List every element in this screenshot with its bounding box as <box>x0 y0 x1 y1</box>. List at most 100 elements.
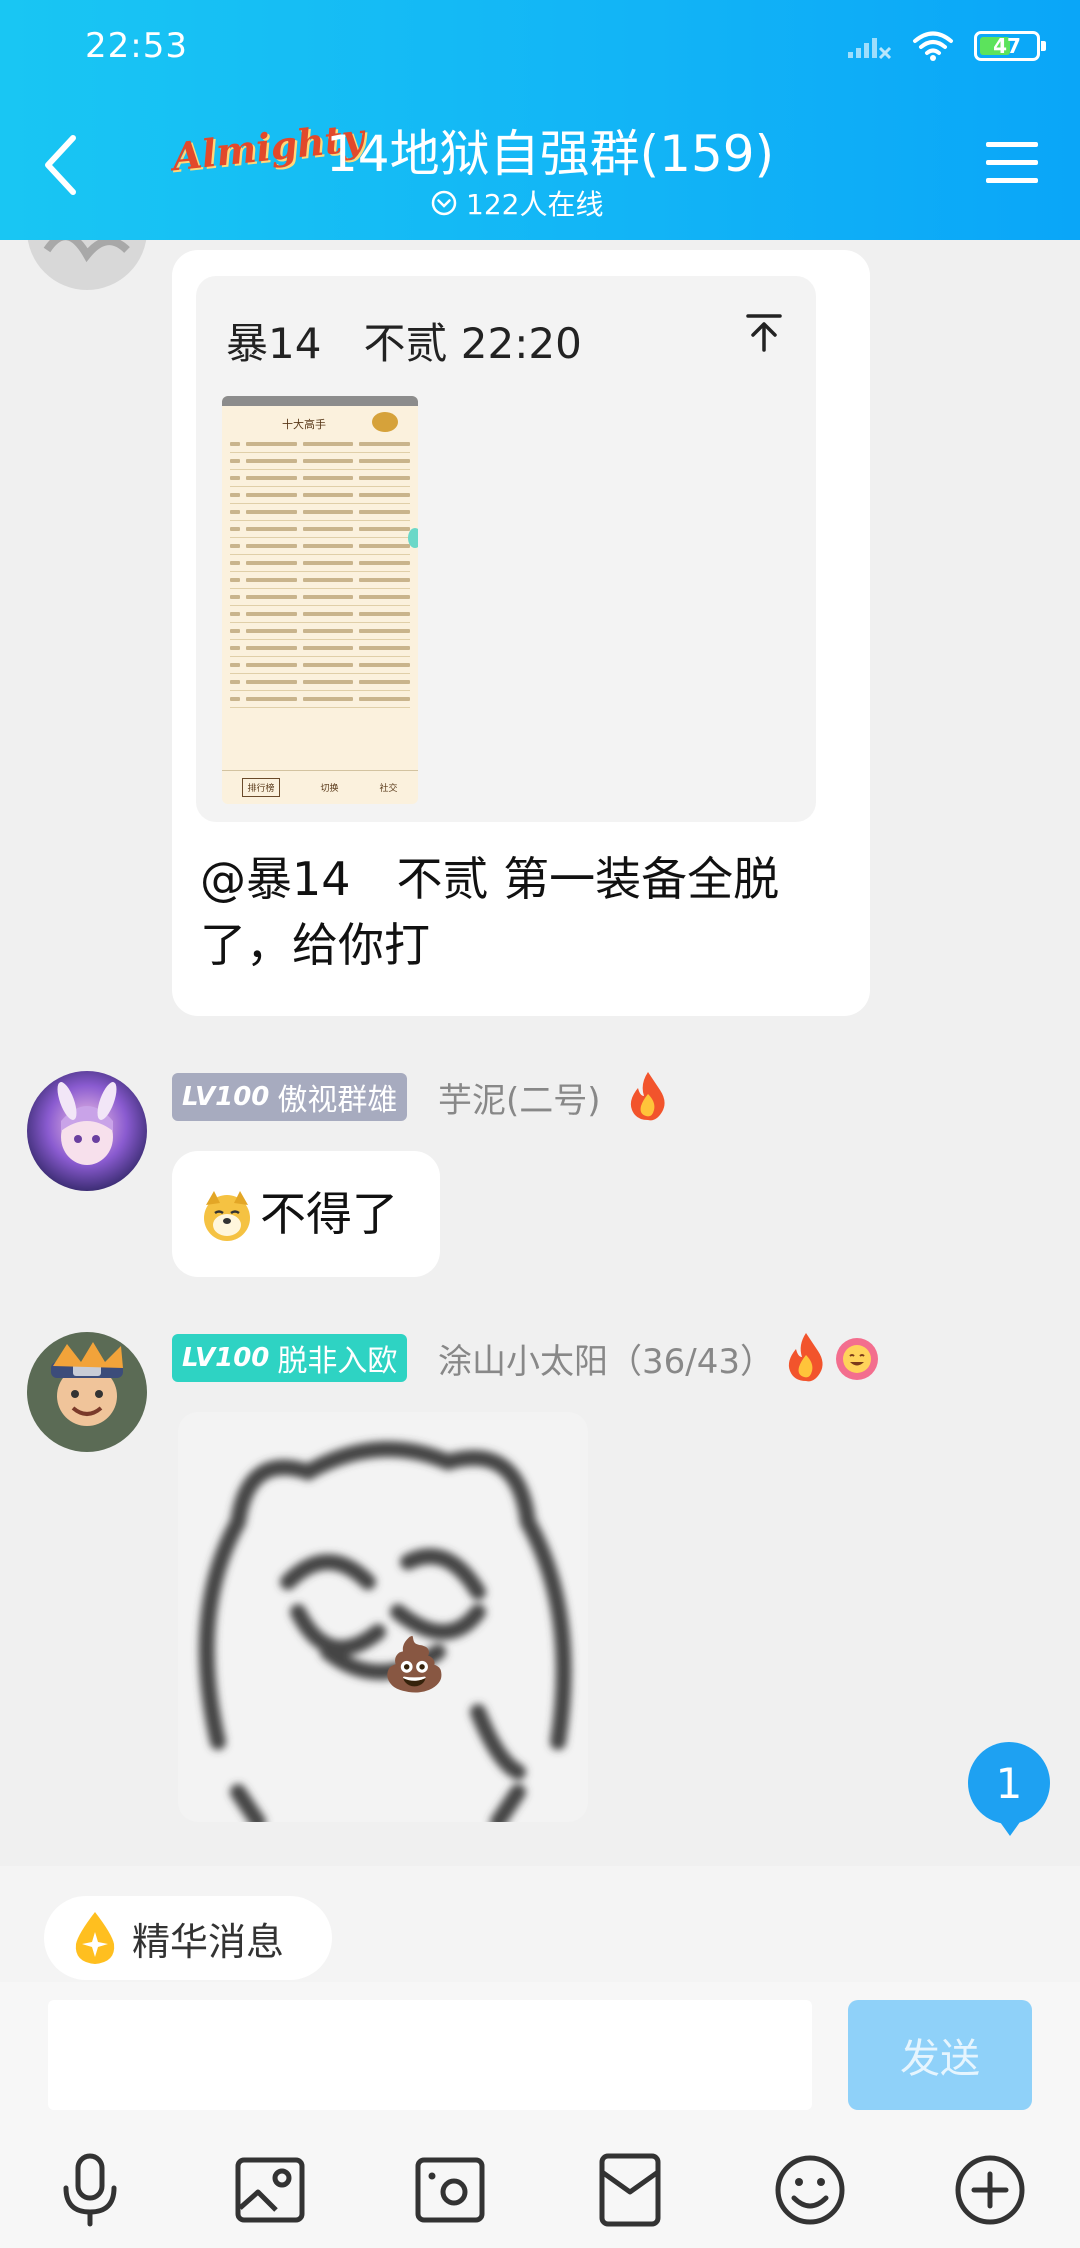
member-title-badge: LV100 脱非入欧 <box>172 1334 408 1382</box>
thumbnail-cell <box>246 697 297 701</box>
thumbnail-cell <box>230 612 240 616</box>
thumbnail-cell <box>359 629 411 633</box>
thumbnail-cell <box>230 510 240 514</box>
jump-to-top-icon[interactable] <box>744 312 784 352</box>
thumbnail-cell <box>246 663 297 667</box>
sticker-image[interactable]: 💩 <box>178 1412 588 1822</box>
thumbnail-cell <box>230 595 240 599</box>
reply-message-bubble[interactable]: 暴14 不贰 22:20 十大高手 排行榜 切换 社交 @暴14 不贰 第一装备… <box>172 250 870 1016</box>
thumbnail-cell <box>302 612 354 616</box>
thumbnail-row <box>230 589 411 606</box>
essence-drop-icon <box>75 1912 115 1964</box>
quoted-message-card[interactable]: 暴14 不贰 22:20 十大高手 排行榜 切换 社交 <box>196 276 816 822</box>
quoted-image-thumbnail[interactable]: 十大高手 排行榜 切换 社交 <box>222 396 418 804</box>
essence-messages-button[interactable]: 精华消息 <box>44 1896 332 1980</box>
thumbnail-cell <box>246 680 297 684</box>
input-bar: 发送 <box>0 1982 1080 2248</box>
message-text: 不得了 <box>260 1187 398 1241</box>
bear-sticker-drawing <box>198 1441 572 1822</box>
sender-nickname[interactable]: 芋泥(二号) <box>438 1073 601 1122</box>
thumbnail-footer: 排行榜 切换 社交 <box>222 770 418 804</box>
thumbnail-row <box>230 504 411 521</box>
thumbnail-cell <box>246 612 297 616</box>
thumbnail-cell <box>302 476 354 480</box>
avatar-msg3[interactable] <box>27 1332 147 1452</box>
thumbnail-row <box>230 623 411 640</box>
message-input[interactable] <box>48 2000 812 2110</box>
thumbnail-row <box>230 691 411 708</box>
battery-level: 47 <box>993 34 1021 58</box>
thumbnail-title: 十大高手 <box>282 418 326 431</box>
thumbnail-cell <box>302 578 354 582</box>
thumbnail-cell <box>302 510 354 514</box>
bottom-area: 精华消息 发送 <box>0 1866 1080 2248</box>
thumbnail-row <box>230 470 411 487</box>
thumbnail-row <box>230 674 411 691</box>
thumbnail-cell <box>230 459 240 463</box>
thumbnail-cell <box>230 663 240 667</box>
sender-nickname[interactable]: 涂山小太阳（36/43） <box>438 1334 774 1383</box>
thumbnail-footer-item: 切换 <box>320 784 339 794</box>
photo-icon[interactable] <box>232 2152 308 2228</box>
thumbnail-row <box>230 606 411 623</box>
thumbnail-cell <box>359 459 411 463</box>
thumbnail-cell <box>359 544 411 548</box>
fire-icon <box>630 1072 665 1121</box>
thumbnail-cell <box>230 697 240 701</box>
camera-icon[interactable] <box>412 2152 488 2228</box>
thumbnail-side-dot-icon <box>408 528 418 548</box>
thumbnail-cell <box>230 527 240 531</box>
red-packet-icon[interactable] <box>592 2152 668 2228</box>
thumbnail-cell <box>246 493 297 497</box>
online-status[interactable]: 122人在线 <box>430 183 603 223</box>
thumbnail-row <box>230 555 411 572</box>
thumbnail-cell <box>246 459 297 463</box>
group-menu-button[interactable] <box>984 138 1040 188</box>
thumbnail-cell <box>302 663 354 667</box>
plus-icon[interactable] <box>952 2152 1028 2228</box>
flower-smile-icon <box>836 1338 878 1380</box>
thumbnail-cell <box>246 442 297 446</box>
microphone-icon[interactable] <box>52 2152 128 2228</box>
emoji-icon[interactable] <box>772 2152 848 2228</box>
hamburger-menu-icon <box>986 142 1038 183</box>
thumbnail-cell <box>359 476 411 480</box>
thumbnail-cell <box>246 629 297 633</box>
thumbnail-footer-item: 排行榜 <box>242 778 280 797</box>
thumbnail-row <box>230 572 411 589</box>
level-label: LV100 <box>182 1343 270 1373</box>
level-label: LV100 <box>182 1082 270 1112</box>
thumbnail-cell <box>359 561 411 565</box>
thumbnail-cell <box>230 493 240 497</box>
thumbnail-cell <box>302 544 354 548</box>
send-button[interactable]: 发送 <box>848 2000 1032 2110</box>
thumbnail-cell <box>230 476 240 480</box>
battery-icon: 47 <box>974 31 1046 61</box>
thumbnail-cell <box>302 442 354 446</box>
group-title[interactable]: 14地狱自强群(159) <box>326 114 774 186</box>
unread-count-badge[interactable]: 1 <box>968 1742 1050 1836</box>
thumbnail-cell <box>230 680 240 684</box>
back-button[interactable] <box>30 130 90 200</box>
thumbnail-row <box>230 538 411 555</box>
thumbnail-cell <box>302 527 354 531</box>
status-time: 22:53 <box>85 26 188 66</box>
text-message-bubble[interactable]: 不得了 <box>172 1151 440 1277</box>
thumbnail-cell <box>302 680 354 684</box>
thumbnail-row <box>230 640 411 657</box>
avatar-msg2[interactable] <box>27 1071 147 1191</box>
thumbnail-cell <box>359 680 411 684</box>
thumbnail-cell <box>302 493 354 497</box>
title-label: 脱非入欧 <box>277 1344 398 1379</box>
thumbnail-cell <box>246 476 297 480</box>
thumbnail-cell <box>359 646 411 650</box>
thumbnail-cell <box>302 629 354 633</box>
thumbnail-cell <box>230 561 240 565</box>
thumbnail-cell <box>230 646 240 650</box>
thumbnail-cell <box>359 442 411 446</box>
wifi-icon <box>913 31 953 61</box>
chevron-left-icon <box>45 135 76 195</box>
thumbnail-cell <box>359 663 411 667</box>
thumbnail-cell <box>246 544 297 548</box>
thumbnail-row <box>230 521 411 538</box>
